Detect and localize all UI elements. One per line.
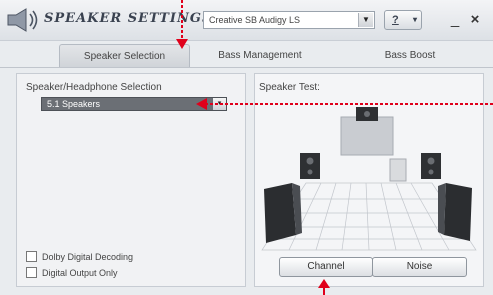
arrow-down-icon [176,39,188,49]
annotation-arrows [176,0,493,295]
arrow-up-icon [318,279,330,288]
arrow-left-icon [196,98,207,110]
speaker-settings-window: SPEAKER SETTINGS Creative SB Audigy LS ▼… [0,0,493,295]
